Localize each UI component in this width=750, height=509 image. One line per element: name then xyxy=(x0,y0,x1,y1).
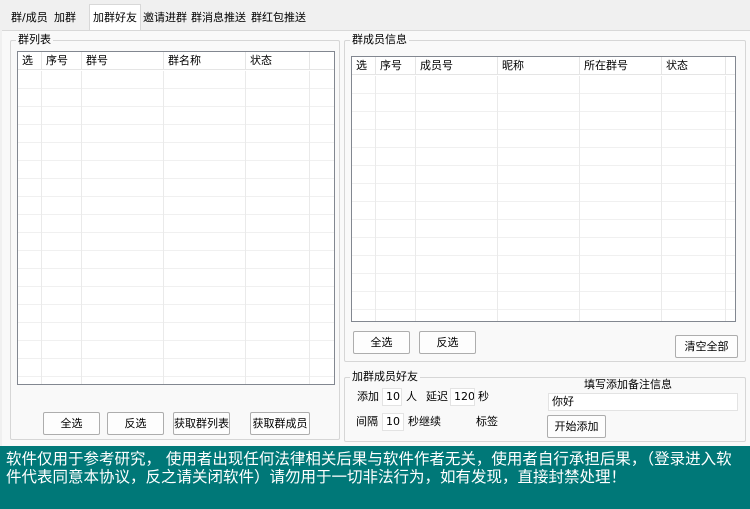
group-list-title: 群列表 xyxy=(16,33,53,47)
column-header-group-id[interactable]: 群号 xyxy=(82,52,164,70)
column-header-select[interactable]: 选 xyxy=(352,57,376,75)
tab-bar: 群/成员 加群 加群好友 邀请进群 群消息推送 群红包推送 xyxy=(0,0,750,31)
column-header-group-id[interactable]: 所在群号 xyxy=(580,57,662,75)
interval-unit: 秒继续 xyxy=(408,415,441,428)
fetch-group-list-button[interactable]: 获取群列表 xyxy=(173,412,230,435)
group-invert-button[interactable]: 反选 xyxy=(107,412,164,435)
remark-title: 填写添加备注信息 xyxy=(584,378,672,391)
remark-input[interactable]: 你好 xyxy=(548,393,738,411)
fetch-group-members-button[interactable]: 获取群成员 xyxy=(250,412,310,435)
add-count-unit: 人 xyxy=(406,390,417,403)
column-header-group-name[interactable]: 群名称 xyxy=(164,52,246,70)
group-select-all-button[interactable]: 全选 xyxy=(43,412,100,435)
group-list-panel: 群列表 选 序号 群号 群名称 状态 全选 反选 获取群列表 获取群成员 xyxy=(10,33,340,440)
column-header-nickname[interactable]: 昵称 xyxy=(498,57,580,75)
tab-group-redpacket-push[interactable]: 群红包推送 xyxy=(248,7,309,28)
column-header-index[interactable]: 序号 xyxy=(42,52,82,70)
group-list-table[interactable]: 选 序号 群号 群名称 状态 xyxy=(17,51,335,385)
tab-invite-to-group[interactable]: 邀请进群 xyxy=(140,7,190,28)
start-add-button[interactable]: 开始添加 xyxy=(547,415,606,438)
tab-join-group[interactable]: 加群 xyxy=(51,7,79,28)
member-list-table[interactable]: 选 序号 成员号 昵称 所在群号 状态 xyxy=(351,56,736,322)
tab-content: 群列表 选 序号 群号 群名称 状态 全选 反选 获取群列表 获取群成员 群成员… xyxy=(2,30,750,446)
interval-input[interactable]: 10 xyxy=(382,413,404,431)
disclaimer-footer: 软件仅用于参考研究， 使用者出现任何法律相关后果与软件作者无关，使用者自行承担后… xyxy=(0,446,750,509)
member-info-panel: 群成员信息 选 序号 成员号 昵称 所在群号 状态 全选 反选 清空全部 xyxy=(344,33,746,362)
column-header-select[interactable]: 选 xyxy=(18,52,42,70)
clear-all-button[interactable]: 清空全部 xyxy=(675,335,738,358)
tab-group-message-push[interactable]: 群消息推送 xyxy=(188,7,249,28)
disclaimer-text: 软件仅用于参考研究， 使用者出现任何法律相关后果与软件作者无关，使用者自行承担后… xyxy=(6,450,732,486)
add-count-label: 添加 xyxy=(357,390,379,403)
tag-label: 标签 xyxy=(476,415,498,428)
column-header-member-id[interactable]: 成员号 xyxy=(416,57,498,75)
tab-groups-members[interactable]: 群/成员 xyxy=(8,7,51,28)
add-count-input[interactable]: 10 xyxy=(382,388,402,406)
member-select-all-button[interactable]: 全选 xyxy=(353,331,410,354)
delay-input[interactable]: 120 xyxy=(450,388,475,406)
member-info-title: 群成员信息 xyxy=(350,33,409,47)
interval-label: 间隔 xyxy=(356,415,378,428)
column-header-status[interactable]: 状态 xyxy=(246,52,310,70)
column-header-index[interactable]: 序号 xyxy=(376,57,416,75)
delay-label: 延迟 xyxy=(426,390,448,403)
add-friends-panel: 加群成员好友 添加 10 人 延迟 120 秒 间隔 10 秒继续 标签 填写添… xyxy=(344,370,746,442)
table-body xyxy=(352,76,735,321)
table-header: 选 序号 群号 群名称 状态 xyxy=(18,52,334,70)
member-invert-button[interactable]: 反选 xyxy=(419,331,476,354)
table-header: 选 序号 成员号 昵称 所在群号 状态 xyxy=(352,57,735,75)
tab-add-group-friends[interactable]: 加群好友 xyxy=(89,4,141,30)
column-header-status[interactable]: 状态 xyxy=(662,57,726,75)
add-friends-title: 加群成员好友 xyxy=(350,370,420,384)
delay-unit: 秒 xyxy=(478,390,489,403)
table-body xyxy=(18,71,334,384)
